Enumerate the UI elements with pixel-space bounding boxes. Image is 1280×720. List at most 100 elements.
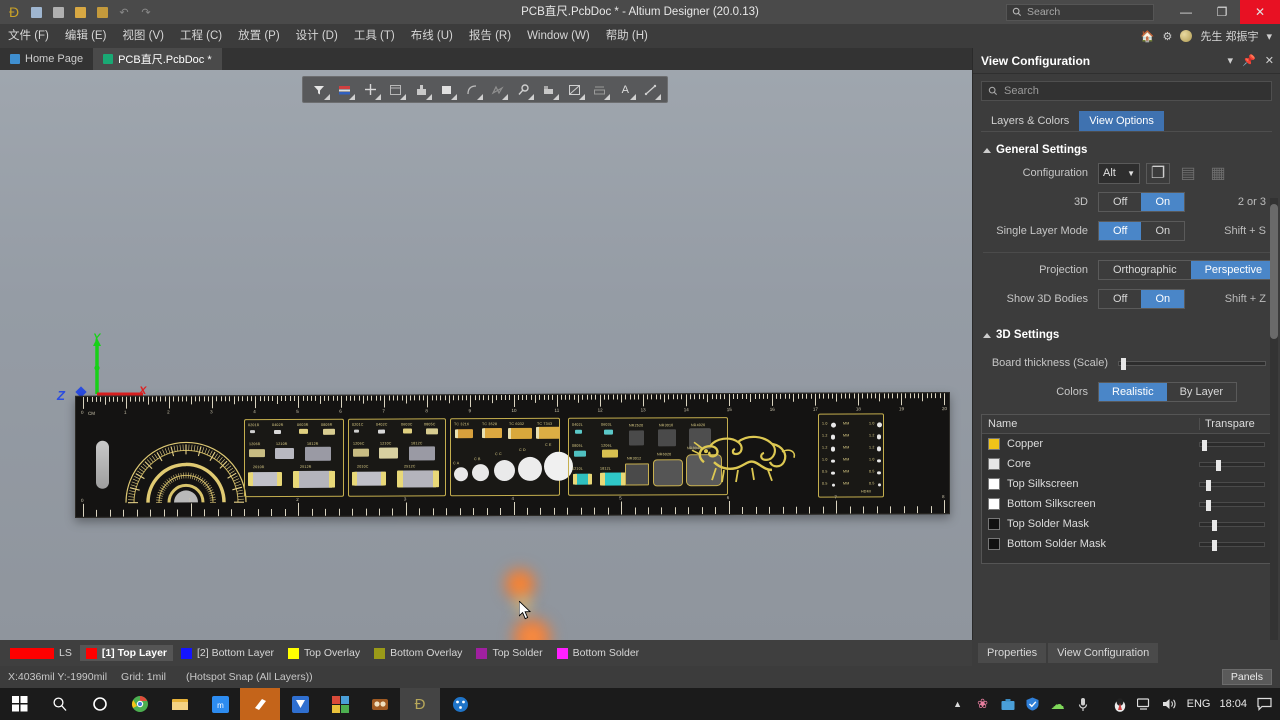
panel-dropdown-icon[interactable]: ▾ bbox=[1228, 54, 1234, 67]
menu-tools[interactable]: 工具 (T) bbox=[346, 24, 403, 48]
configuration-dropdown[interactable]: Alt ▼ bbox=[1098, 162, 1140, 184]
panel-scrollbar[interactable] bbox=[1270, 198, 1278, 658]
layer-tab-bottom-solder[interactable]: Bottom Solder bbox=[551, 645, 646, 661]
projection-toggle[interactable]: Orthographic Perspective bbox=[1098, 260, 1278, 280]
pcb-3d-canvas[interactable]: A Y X Z CM 0201R 0402R 0603R 0805R 1206R… bbox=[0, 70, 972, 640]
table-row[interactable]: Core bbox=[982, 454, 1271, 474]
single-layer-off-option[interactable]: Off bbox=[1099, 222, 1142, 240]
table-row[interactable]: Top Silkscreen bbox=[982, 474, 1271, 494]
minimize-button[interactable]: — bbox=[1168, 0, 1204, 24]
pin-icon[interactable]: 📌 bbox=[1242, 54, 1256, 67]
layer-color-swatch[interactable] bbox=[988, 438, 1000, 450]
layer-color-swatch[interactable] bbox=[988, 458, 1000, 470]
notification-icon[interactable] bbox=[1256, 696, 1272, 712]
app-icon[interactable] bbox=[440, 688, 480, 720]
3d-toggle[interactable]: Off On bbox=[1098, 192, 1186, 212]
panel-scrollbar-thumb[interactable] bbox=[1270, 204, 1278, 339]
layer-set-button[interactable]: LS bbox=[4, 645, 78, 661]
transparency-knob[interactable] bbox=[1206, 499, 1211, 511]
single-layer-on-option[interactable]: On bbox=[1141, 222, 1184, 240]
3d-on-option[interactable]: On bbox=[1141, 193, 1185, 211]
layer-stack-icon[interactable] bbox=[333, 79, 358, 101]
table-row[interactable]: Copper bbox=[982, 434, 1271, 454]
crosshair-place-icon[interactable] bbox=[358, 79, 383, 101]
menu-file[interactable]: 文件 (F) bbox=[0, 24, 57, 48]
tray-shield-icon[interactable] bbox=[1025, 696, 1041, 712]
editor-icon[interactable] bbox=[280, 688, 320, 720]
altium-logo-icon[interactable]: Đ bbox=[4, 2, 24, 22]
layer-tab-bottom-layer[interactable]: [2] Bottom Layer bbox=[175, 645, 280, 661]
show-3d-bodies-off-option[interactable]: Off bbox=[1099, 290, 1141, 308]
table-row[interactable]: Bottom Solder Mask bbox=[982, 534, 1271, 554]
place-arc-icon[interactable] bbox=[460, 79, 485, 101]
general-settings-header[interactable]: General Settings bbox=[983, 144, 1280, 156]
3d-settings-header[interactable]: 3D Settings bbox=[983, 329, 1280, 341]
panel-search-input[interactable]: Search bbox=[981, 81, 1272, 101]
search-taskbar-icon[interactable] bbox=[40, 688, 80, 720]
menu-edit[interactable]: 编辑 (E) bbox=[57, 24, 115, 48]
global-search-input[interactable]: Search bbox=[1006, 3, 1154, 21]
tab-view-options[interactable]: View Options bbox=[1079, 111, 1164, 131]
projection-perspective-option[interactable]: Perspective bbox=[1190, 261, 1277, 279]
undo-icon[interactable]: ↶ bbox=[114, 2, 134, 22]
restore-button[interactable]: ❐ bbox=[1204, 0, 1240, 24]
user-name-label[interactable]: 先生 郑振宇 bbox=[1200, 28, 1258, 44]
layer-tab-top-solder[interactable]: Top Solder bbox=[470, 645, 548, 661]
layer-color-swatch[interactable] bbox=[988, 478, 1000, 490]
board-thickness-knob[interactable] bbox=[1121, 357, 1126, 370]
open-icon[interactable] bbox=[70, 2, 90, 22]
show-3d-bodies-toggle[interactable]: Off On bbox=[1098, 289, 1186, 309]
place-line-icon[interactable] bbox=[384, 79, 409, 101]
layer-tab-bottom-overlay[interactable]: Bottom Overlay bbox=[368, 645, 468, 661]
chrome-icon[interactable] bbox=[120, 688, 160, 720]
tray-cloud-icon[interactable]: ☁ bbox=[1050, 696, 1066, 712]
delete-configuration-icon[interactable]: ▦ bbox=[1206, 163, 1230, 184]
redo-icon[interactable]: ↷ bbox=[136, 2, 156, 22]
transparency-slider[interactable] bbox=[1199, 459, 1265, 471]
transparency-knob[interactable] bbox=[1206, 479, 1211, 491]
chevron-down-icon[interactable]: ▾ bbox=[1266, 30, 1272, 43]
start-button[interactable] bbox=[0, 688, 40, 720]
show-3d-bodies-on-option[interactable]: On bbox=[1141, 290, 1185, 308]
gear-icon[interactable]: ⚙ bbox=[1163, 30, 1173, 43]
tray-flower-icon[interactable]: ❀ bbox=[975, 696, 991, 712]
transparency-knob[interactable] bbox=[1202, 439, 1207, 451]
menu-design[interactable]: 设计 (D) bbox=[288, 24, 346, 48]
close-icon[interactable]: ✕ bbox=[1265, 54, 1274, 67]
language-indicator[interactable]: ENG bbox=[1187, 698, 1211, 710]
place-polygon-icon[interactable] bbox=[486, 79, 511, 101]
open-project-icon[interactable] bbox=[92, 2, 112, 22]
place-plane-icon[interactable] bbox=[409, 79, 434, 101]
transparency-slider[interactable] bbox=[1199, 499, 1265, 511]
paint-icon[interactable] bbox=[320, 688, 360, 720]
task-view-icon[interactable] bbox=[80, 688, 120, 720]
clock[interactable]: 18:04 bbox=[1219, 698, 1247, 710]
place-region-icon[interactable] bbox=[562, 79, 587, 101]
tray-case-icon[interactable] bbox=[1000, 696, 1016, 712]
bottom-tab-view-configuration[interactable]: View Configuration bbox=[1048, 643, 1159, 663]
menu-help[interactable]: 帮助 (H) bbox=[598, 24, 656, 48]
altium-designer-icon[interactable] bbox=[240, 688, 280, 720]
wechat-icon[interactable]: m bbox=[200, 688, 240, 720]
menu-place[interactable]: 放置 (P) bbox=[230, 24, 288, 48]
menu-window[interactable]: Window (W) bbox=[519, 24, 598, 48]
transparency-knob[interactable] bbox=[1216, 459, 1221, 471]
menu-view[interactable]: 视图 (V) bbox=[114, 24, 172, 48]
projection-orthographic-option[interactable]: Orthographic bbox=[1099, 261, 1191, 279]
filter-icon[interactable] bbox=[307, 79, 332, 101]
tray-mic-icon[interactable] bbox=[1075, 696, 1091, 712]
layer-color-swatch[interactable] bbox=[988, 538, 1000, 550]
layer-color-swatch[interactable] bbox=[988, 498, 1000, 510]
single-layer-mode-toggle[interactable]: Off On bbox=[1098, 221, 1186, 241]
table-row[interactable]: Top Solder Mask bbox=[982, 514, 1271, 534]
add-configuration-icon[interactable]: ❐ bbox=[1146, 162, 1170, 184]
tab-home-page[interactable]: Home Page bbox=[0, 48, 93, 70]
place-fill-icon[interactable] bbox=[435, 79, 460, 101]
network-icon[interactable] bbox=[1137, 696, 1153, 712]
layer-tab-top-layer[interactable]: [1] Top Layer bbox=[79, 645, 173, 661]
place-dimension-icon[interactable] bbox=[588, 79, 613, 101]
layer-tab-top-overlay[interactable]: Top Overlay bbox=[282, 645, 366, 661]
board-thickness-slider[interactable] bbox=[1118, 357, 1266, 370]
transparency-knob[interactable] bbox=[1212, 539, 1217, 551]
transparency-slider[interactable] bbox=[1199, 539, 1265, 551]
